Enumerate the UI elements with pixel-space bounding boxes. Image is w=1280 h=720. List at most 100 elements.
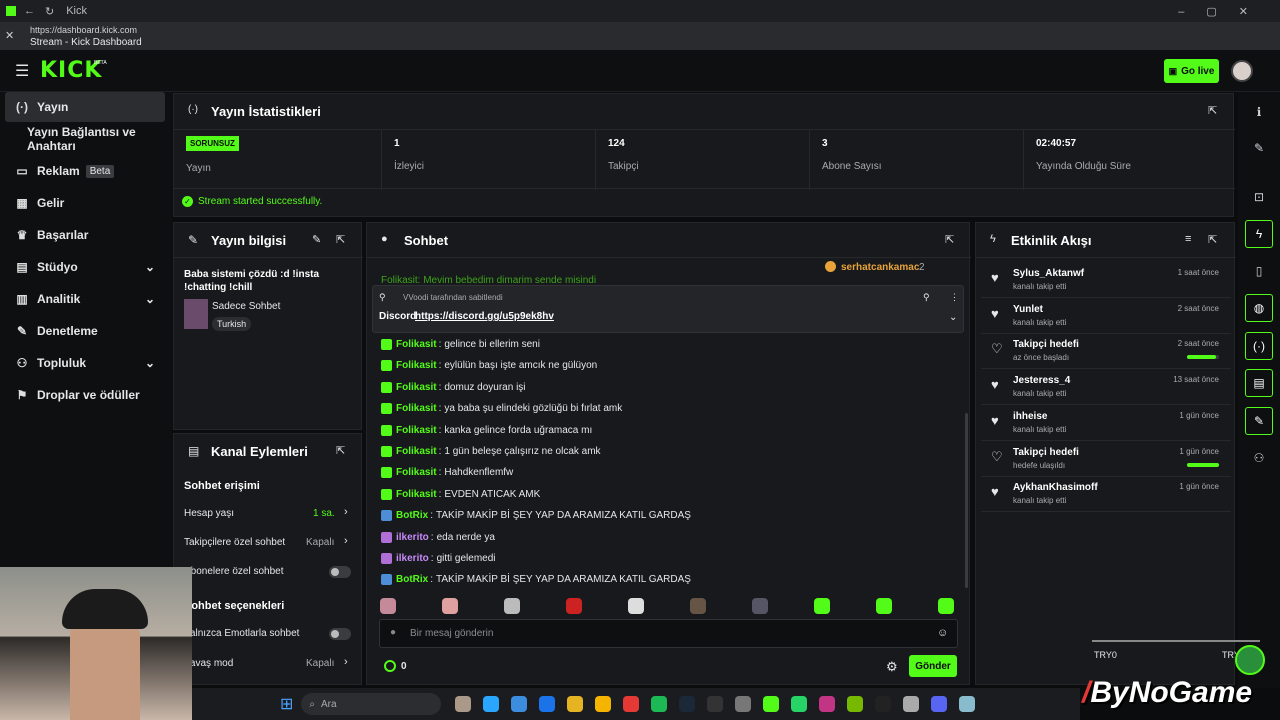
emote-icon[interactable] [814, 598, 830, 614]
activity-item[interactable]: ♥ Yunlet kanalı takip etti 2 saat önce [981, 298, 1231, 334]
edit-icon[interactable]: ✎ [312, 233, 321, 246]
taskbar-app-icon[interactable] [903, 696, 920, 712]
wrench-icon[interactable]: ✎ [1245, 407, 1273, 435]
taskbar-app-icon[interactable] [875, 696, 892, 712]
taskbar-app-icon[interactable] [511, 696, 528, 712]
activity-item[interactable]: ♥ Sylus_Aktanwf kanalı takip etti 1 saat ön… [981, 262, 1231, 298]
chat-username[interactable]: Folikasit [396, 467, 437, 478]
taskbar-app-icon[interactable] [707, 696, 724, 712]
chat-username[interactable]: Folikasit [396, 489, 437, 500]
activity-item[interactable]: ♡ Takipçi hedefi hedefe ulaşıldı 1 gün önce [981, 441, 1231, 477]
chevron-down-icon[interactable]: ⌄ [949, 312, 957, 323]
scan-icon[interactable]: ⊡ [1245, 183, 1273, 211]
chevron-right-icon[interactable]: › [344, 656, 348, 668]
chevron-right-icon[interactable]: › [344, 535, 348, 547]
emote-icon[interactable] [752, 598, 768, 614]
emote-icon[interactable] [628, 598, 644, 614]
broadcast-icon[interactable]: (·) [1245, 332, 1273, 360]
emote-icon[interactable] [566, 598, 582, 614]
connections-icon[interactable]: ⚇ [1245, 444, 1273, 472]
pinned-link[interactable]: https://discord.gg/u5p9ek8hv [415, 311, 554, 322]
taskbar-app-icon[interactable] [847, 696, 864, 712]
info-icon[interactable]: ℹ [1245, 98, 1273, 126]
reload-icon[interactable]: ↻ [45, 5, 54, 18]
chat-username[interactable]: Folikasit [396, 360, 437, 371]
taskbar-app-icon[interactable] [679, 696, 696, 712]
chat-icon[interactable]: ◍ [1245, 294, 1273, 322]
go-live-button[interactable]: ▣ Go live [1164, 59, 1219, 83]
browser-tab-title[interactable]: Kick [66, 5, 87, 17]
category-name[interactable]: Sadece Sohbet [212, 301, 280, 312]
chat-scrollbar[interactable] [965, 413, 968, 588]
emote-only-toggle[interactable] [329, 628, 351, 640]
chat-username[interactable]: ilkerito [396, 532, 429, 543]
language-tag[interactable]: Turkish [212, 317, 252, 331]
taskbar-app-icon[interactable] [651, 696, 668, 712]
popout-icon[interactable]: ⇱ [336, 444, 345, 457]
chat-username[interactable]: Folikasit [396, 403, 437, 414]
lightning-icon[interactable]: ϟ [1245, 220, 1273, 248]
popout-icon[interactable]: ⇱ [336, 233, 345, 246]
sidebar-item-achievements[interactable]: ♛ Başarılar [5, 220, 165, 250]
edit-icon[interactable]: ✎ [1245, 134, 1273, 162]
taskbar-app-icon[interactable] [567, 696, 584, 712]
activity-item[interactable]: ♡ Takipçi hedefi az önce başladı 2 saat önc… [981, 333, 1231, 370]
send-button[interactable]: Gönder [909, 655, 957, 677]
popout-icon[interactable]: ⇱ [1208, 104, 1217, 117]
emote-icon[interactable] [504, 598, 520, 614]
subs-only-toggle[interactable] [329, 566, 351, 578]
emote-icon[interactable] [442, 598, 458, 614]
sidebar-item-stream[interactable]: (·) Yayın [5, 92, 165, 122]
activity-item[interactable]: ♥ Jesteress_4 kanalı takip etti 13 saat önc… [981, 369, 1231, 406]
activity-item[interactable]: ♥ AykhanKhasimoff kanalı takip etti 1 gün ö… [981, 476, 1231, 513]
chat-input-box[interactable]: ● Bir mesaj gönderin ☺ [379, 619, 958, 648]
account-age-value[interactable]: 1 sa. [313, 508, 335, 519]
hamburger-icon[interactable]: ☰ [15, 61, 29, 81]
back-icon[interactable]: ← [24, 5, 35, 17]
emoji-icon[interactable]: ☺ [937, 627, 948, 639]
refresh-icon[interactable] [1235, 645, 1265, 675]
sidebar-item-drops[interactable]: ⚑ Droplar ve ödüller [5, 380, 165, 410]
filter-icon[interactable]: ≡ [1185, 233, 1191, 245]
taskbar-app-icon[interactable] [791, 696, 808, 712]
taskbar-app-icon[interactable] [623, 696, 640, 712]
url-text[interactable]: https://dashboard.kick.com [30, 25, 137, 35]
sidebar-item-stream-key[interactable]: Yayın Bağlantısı ve Anahtarı [5, 124, 165, 154]
sidebar-item-income[interactable]: ▦ Gelir [5, 188, 165, 218]
more-icon[interactable]: ⋮ [950, 292, 959, 303]
avatar[interactable] [1231, 60, 1253, 82]
sidebar-item-analytics[interactable]: ▥ Analitik ⌄ [5, 284, 165, 314]
taskbar-app-icon[interactable] [819, 696, 836, 712]
document-icon[interactable]: ▯ [1245, 257, 1273, 285]
taskbar-app-icon[interactable] [539, 696, 556, 712]
taskbar-app-icon[interactable] [735, 696, 752, 712]
gear-icon[interactable]: ⚙ [886, 659, 898, 675]
unpin-icon[interactable]: ⚲ [923, 292, 930, 303]
emote-icon[interactable] [876, 598, 892, 614]
windows-icon[interactable]: ⊞ [280, 694, 293, 714]
chat-username[interactable]: BotRix [396, 510, 428, 521]
chat-username[interactable]: Folikasit [396, 425, 437, 436]
taskbar-app-icon[interactable] [483, 696, 500, 712]
sidebar-item-studio[interactable]: ▤ Stüdyo ⌄ [5, 252, 165, 282]
chat-username[interactable]: Folikasit [396, 446, 437, 457]
layout-icon[interactable]: ▤ [1245, 369, 1273, 397]
sidebar-item-moderation[interactable]: ✎ Denetleme [5, 316, 165, 346]
emote-icon[interactable] [938, 598, 954, 614]
sidebar-item-ads[interactable]: ▭ Reklam Beta [5, 156, 165, 186]
taskbar-search[interactable]: ⌕ Ara [301, 693, 442, 715]
taskbar-app-icon[interactable] [959, 696, 976, 712]
followers-only-value[interactable]: Kapalı [306, 537, 334, 548]
window-controls[interactable]: –▢✕ [1178, 5, 1270, 18]
chat-username[interactable]: Folikasit [396, 339, 437, 350]
slow-mode-value[interactable]: Kapalı [306, 658, 334, 669]
taskbar-app-icon[interactable] [455, 696, 472, 712]
points-icon[interactable] [384, 660, 396, 672]
top-gifter-name[interactable]: serhatcankamac [841, 262, 919, 273]
sidebar-item-community[interactable]: ⚇ Topluluk ⌄ [5, 348, 165, 378]
taskbar-app-icon[interactable] [763, 696, 780, 712]
taskbar-app-icon[interactable] [931, 696, 948, 712]
emote-icon[interactable] [690, 598, 706, 614]
chat-username[interactable]: ilkerito [396, 553, 429, 564]
emote-icon[interactable] [380, 598, 396, 614]
